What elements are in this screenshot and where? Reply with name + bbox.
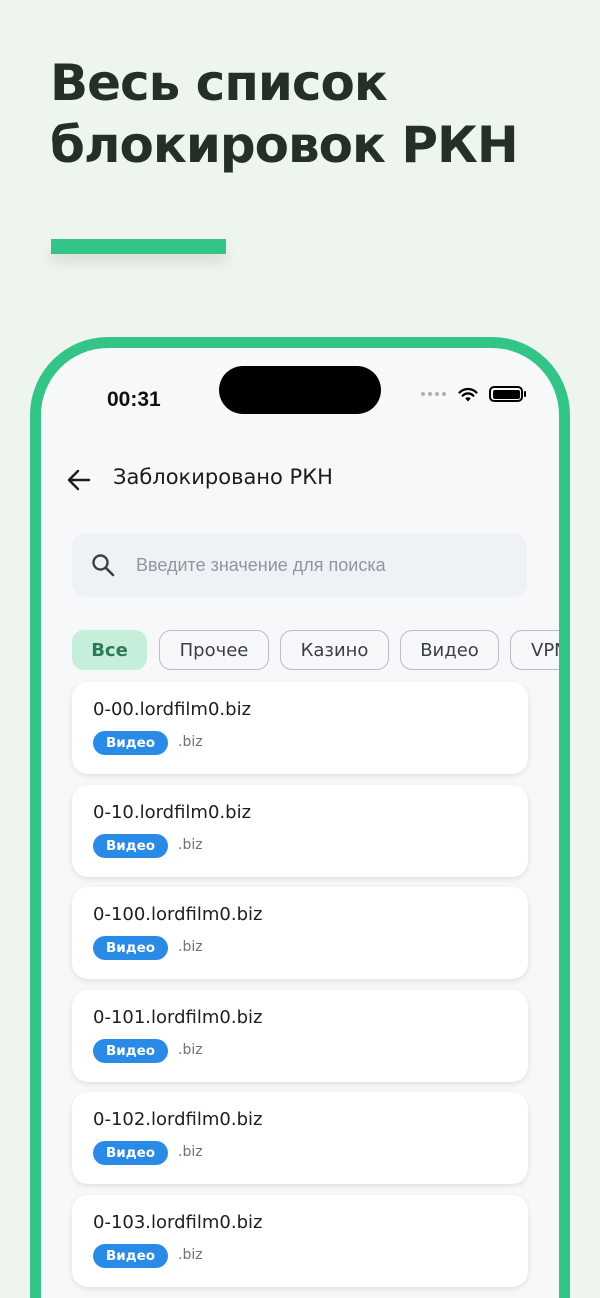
item-domain: 0-102.lordfilm0.biz: [93, 1109, 263, 1130]
status-icons: [421, 382, 526, 406]
search-icon: [92, 554, 115, 577]
chip-vpn[interactable]: VPN: [510, 630, 559, 670]
promo-title-line-2: блокировок РКН: [50, 116, 519, 174]
item-tld: .biz: [178, 1144, 203, 1160]
search-box[interactable]: [72, 533, 527, 597]
category-badge: Видео: [93, 834, 168, 858]
arrow-left-icon[interactable]: [67, 469, 91, 491]
promo-title-line-1: Весь список: [50, 54, 388, 112]
dynamic-island: [219, 366, 381, 414]
item-tld: .biz: [178, 939, 203, 955]
search-input[interactable]: [136, 533, 516, 597]
item-tld: .biz: [178, 734, 203, 750]
chip-casino[interactable]: Казино: [280, 630, 389, 670]
phone-frame: 00:31 Заблокировано РКН Все Прочее Казин…: [30, 337, 570, 1298]
status-time: 00:31: [107, 388, 161, 411]
wifi-icon: [458, 387, 478, 401]
chip-video[interactable]: Видео: [400, 630, 499, 670]
item-tld: .biz: [178, 837, 203, 853]
list-item[interactable]: 0-100.lordfilm0.biz Видео .biz: [72, 887, 528, 979]
item-domain: 0-00.lordfilm0.biz: [93, 699, 252, 720]
list-item[interactable]: 0-00.lordfilm0.biz Видео .biz: [72, 682, 528, 774]
category-badge: Видео: [93, 731, 168, 755]
item-tld: .biz: [178, 1042, 203, 1058]
item-tld: .biz: [178, 1247, 203, 1263]
item-domain: 0-100.lordfilm0.biz: [93, 904, 263, 925]
list-item[interactable]: 0-101.lordfilm0.biz Видео .biz: [72, 990, 528, 1082]
list-item[interactable]: 0-103.lordfilm0.biz Видео .biz: [72, 1195, 528, 1287]
category-badge: Видео: [93, 1039, 168, 1063]
category-badge: Видео: [93, 1244, 168, 1268]
chip-all[interactable]: Все: [72, 630, 147, 670]
signal-dots-icon: [421, 392, 446, 396]
accent-bar: [51, 239, 226, 254]
chip-other[interactable]: Прочее: [159, 630, 269, 670]
filter-chips: Все Прочее Казино Видео VPN: [72, 630, 559, 670]
promo-title: Весь список блокировок РКН: [50, 52, 590, 176]
list-item[interactable]: 0-102.lordfilm0.biz Видео .biz: [72, 1092, 528, 1184]
category-badge: Видео: [93, 936, 168, 960]
battery-icon: [489, 386, 526, 402]
page-title: Заблокировано РКН: [113, 465, 333, 489]
category-badge: Видео: [93, 1141, 168, 1165]
item-domain: 0-103.lordfilm0.biz: [93, 1212, 263, 1233]
item-domain: 0-101.lordfilm0.biz: [93, 1007, 263, 1028]
list-item[interactable]: 0-10.lordfilm0.biz Видео .biz: [72, 785, 528, 877]
item-domain: 0-10.lordfilm0.biz: [93, 802, 252, 823]
